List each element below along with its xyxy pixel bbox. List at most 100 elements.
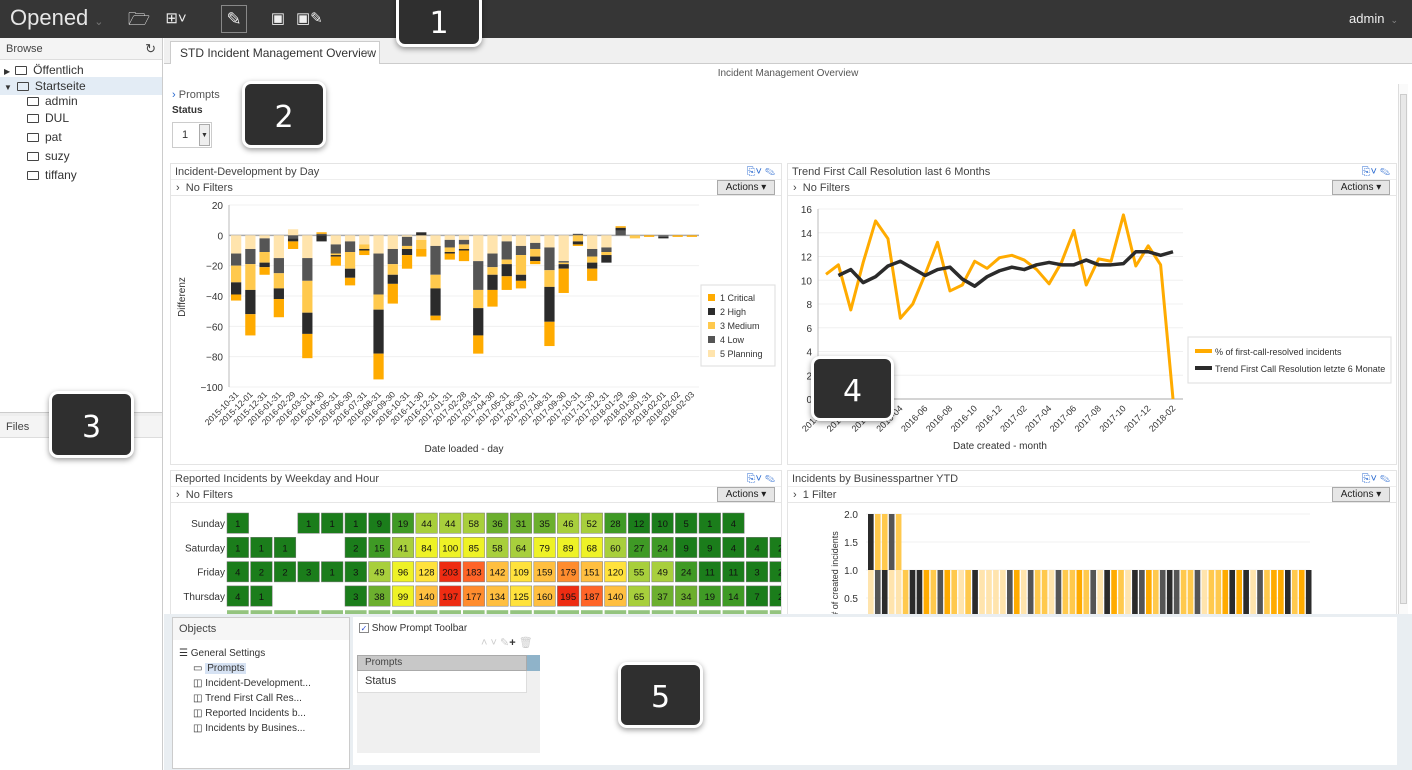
- tree-incident-development[interactable]: ◫ Incident-Development...: [193, 678, 311, 689]
- vertical-scrollbar[interactable]: [1398, 84, 1408, 614]
- tree-reported-incidents[interactable]: ◫ Reported Incidents b...: [193, 708, 306, 719]
- bar-segment: [1083, 570, 1090, 614]
- legend-label: 1 Critical: [720, 293, 755, 303]
- bar-segment: [1027, 570, 1034, 614]
- actions-button[interactable]: Actions ▾: [717, 180, 775, 195]
- bar-segment: [1069, 570, 1076, 614]
- tree-incidents-businesspartner[interactable]: ◫ Incidents by Busines...: [193, 723, 305, 734]
- tree-item-tiffany[interactable]: tiffany: [27, 166, 77, 184]
- scrollbar-thumb[interactable]: [1400, 94, 1407, 604]
- bar-segment: [302, 258, 313, 281]
- bar-segment: [874, 570, 881, 614]
- cell-value: 4: [235, 568, 240, 579]
- cell-value: 24: [657, 543, 668, 554]
- refresh-icon[interactable]: ↻: [145, 38, 156, 60]
- export-icon[interactable]: ⎘˅: [1362, 166, 1377, 178]
- save-as-icon[interactable]: ▣✎: [296, 8, 323, 30]
- actions-button[interactable]: Actions ▾: [1332, 487, 1390, 502]
- cell-value: 11: [728, 568, 738, 579]
- panel-toolbar: ⎘˅ ✎: [747, 473, 775, 486]
- filter-bar[interactable]: › No Filters: [171, 179, 781, 196]
- cell-value: 177: [466, 592, 482, 603]
- bar-segment: [601, 235, 612, 248]
- user-menu[interactable]: admin ⌄: [1349, 11, 1398, 26]
- move-down-icon[interactable]: ˅: [491, 637, 497, 649]
- row-label: Sunday: [191, 519, 225, 530]
- export-icon[interactable]: ⎘˅: [747, 166, 762, 178]
- actions-button[interactable]: Actions ▾: [1332, 180, 1390, 195]
- prompt-row-status[interactable]: Status: [357, 671, 527, 693]
- bar-segment: [644, 235, 655, 237]
- chart-object-icon: ◫: [193, 708, 203, 719]
- bar-segment: [1229, 570, 1236, 614]
- show-prompt-toolbar[interactable]: ✓ Show Prompt Toolbar: [359, 623, 467, 634]
- save-icon[interactable]: ▣: [266, 8, 290, 30]
- open-folder-icon[interactable]: 🗁: [127, 8, 151, 30]
- cell-value: 64: [516, 543, 527, 554]
- bar-segment: [316, 232, 327, 234]
- trash-icon[interactable]: 🗑: [519, 637, 533, 649]
- bar-segment: [458, 248, 470, 251]
- y-tick-label: 12: [801, 253, 813, 264]
- y-tick-label: 1.5: [844, 538, 858, 549]
- checkbox-checked-icon[interactable]: ✓: [359, 623, 369, 633]
- pencil-icon[interactable]: ✎: [1380, 473, 1390, 485]
- chart-object-icon: ◫: [193, 723, 203, 734]
- browse-header: Browse ↻: [0, 38, 162, 60]
- close-icon[interactable]: ×: [364, 42, 371, 64]
- tree-trend-first-call[interactable]: ◫ Trend First Call Res...: [193, 693, 302, 704]
- bar-segment: [558, 235, 569, 262]
- tree-item-admin[interactable]: admin: [27, 92, 78, 110]
- bar-segment: [302, 333, 313, 359]
- filter-bar[interactable]: › 1 Filter: [788, 486, 1396, 503]
- status-select[interactable]: 1 ▼: [172, 122, 212, 148]
- tree-item-pat[interactable]: pat: [27, 128, 62, 146]
- bar-segment: [501, 259, 512, 265]
- caret-right-icon[interactable]: ▶: [4, 67, 10, 76]
- prompts-toggle[interactable]: › Prompts: [172, 89, 220, 101]
- export-icon[interactable]: ⎘˅: [747, 473, 762, 485]
- export-icon[interactable]: ⎘˅: [1362, 473, 1377, 485]
- bar-segment: [1194, 570, 1201, 614]
- bar-segment: [601, 252, 612, 256]
- bar-segment: [230, 265, 242, 283]
- cell-value: 4: [731, 519, 736, 530]
- opened-menu[interactable]: Opened ⌄: [10, 5, 104, 31]
- dropdown-arrow-icon[interactable]: ▼: [199, 124, 210, 146]
- bar-segment: [1055, 570, 1062, 614]
- panel-reported-incidents: Reported Incidents by Weekday and Hour ⎘…: [170, 470, 782, 614]
- pencil-icon[interactable]: ✎: [765, 473, 775, 485]
- cell-value: 65: [634, 592, 645, 603]
- new-file-icon[interactable]: ⊞˅: [164, 8, 188, 30]
- bar-segment: [473, 235, 484, 262]
- cell-value: 9: [684, 543, 689, 554]
- tree-item-dul[interactable]: DUL: [27, 109, 69, 127]
- bar-segment: [259, 252, 270, 263]
- row-label: Saturday: [185, 543, 225, 554]
- filter-bar[interactable]: › No Filters: [788, 179, 1396, 196]
- tree-item-suzy[interactable]: suzy: [27, 147, 70, 165]
- tree-item-startseite[interactable]: ▼ Startseite: [0, 77, 162, 95]
- edit-icon[interactable]: ✎: [500, 637, 509, 649]
- filter-bar[interactable]: › No Filters: [171, 486, 781, 503]
- legend-label: 3 Medium: [720, 321, 760, 331]
- x-tick-label: 2017-08: [1073, 403, 1103, 433]
- add-icon[interactable]: +: [509, 637, 515, 649]
- tree-general-settings[interactable]: ☰ General Settings: [179, 648, 265, 659]
- bar-segment: [544, 235, 555, 248]
- pencil-icon[interactable]: ✎: [765, 166, 775, 178]
- cell-value: 2: [778, 568, 782, 579]
- caret-down-icon[interactable]: ▼: [4, 83, 12, 92]
- bar-segment: [923, 570, 930, 614]
- bar-segment: [558, 261, 569, 263]
- y-tick-label: 16: [801, 205, 813, 216]
- edit-icon[interactable]: ✎: [221, 5, 247, 33]
- move-up-icon[interactable]: ˄: [481, 637, 487, 649]
- pencil-icon[interactable]: ✎: [1380, 166, 1390, 178]
- actions-button[interactable]: Actions ▾: [717, 487, 775, 502]
- tree-prompts[interactable]: ▭ Prompts: [193, 663, 247, 674]
- browse-title: Browse: [6, 43, 43, 55]
- tab-std-incident-management-overview[interactable]: STD Incident Management Overview ×: [170, 41, 380, 64]
- bar-segment: [1201, 570, 1208, 614]
- bar-segment: [316, 235, 327, 242]
